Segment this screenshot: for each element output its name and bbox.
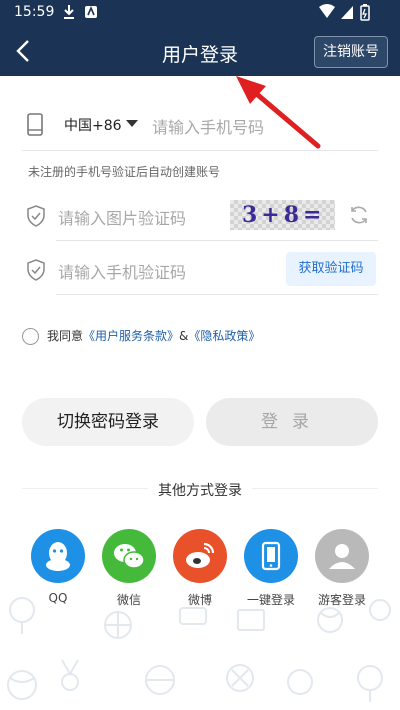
- other-login-heading: 其他方式登录: [0, 480, 400, 500]
- login-button[interactable]: 登录: [206, 398, 378, 446]
- sms-code-input[interactable]: 请输入手机验证码: [58, 259, 186, 283]
- phone-hint-text: 未注册的手机号验证后自动创建账号: [28, 165, 221, 179]
- terms-link[interactable]: 《用户服务条款》: [83, 329, 179, 343]
- shield-check-icon: [27, 205, 45, 227]
- other-login-title: 其他方式登录: [148, 483, 252, 499]
- wifi-icon: [319, 4, 335, 18]
- mobile-phone-icon: [27, 113, 43, 136]
- top-app-bar: 用户登录 注销账号: [0, 26, 400, 76]
- agreement-row: 我同意《用户服务条款》&《隐私政策》: [22, 327, 260, 345]
- divider: [56, 240, 378, 241]
- agreement-and: &: [179, 329, 189, 343]
- shield-check-icon: [27, 259, 45, 281]
- status-bar: 15:59: [0, 0, 400, 26]
- status-time: 15:59: [14, 4, 55, 20]
- wechat-icon: [114, 544, 145, 569]
- battery-icon: [360, 4, 370, 21]
- captcha-image[interactable]: 3+8=: [230, 200, 335, 230]
- agreement-checkbox[interactable]: [22, 328, 39, 345]
- get-code-button[interactable]: 获取验证码: [286, 252, 376, 286]
- user-icon: [329, 544, 355, 569]
- signal-icon: [341, 6, 353, 19]
- phone-icon: [261, 541, 281, 571]
- phone-input-row: 中国+86 请输入手机号码: [22, 100, 378, 151]
- weibo-icon: [186, 542, 215, 568]
- refresh-icon[interactable]: [348, 204, 370, 226]
- app-notification-icon: [85, 5, 97, 18]
- cancel-account-button[interactable]: 注销账号: [314, 36, 388, 68]
- agreement-prefix: 我同意: [47, 329, 84, 343]
- divider: [56, 294, 378, 295]
- chevron-down-icon[interactable]: [126, 120, 138, 128]
- phone-number-input[interactable]: 请输入手机号码: [152, 114, 264, 138]
- switch-password-login-button[interactable]: 切换密码登录: [22, 398, 194, 446]
- country-code-select[interactable]: 中国+86: [64, 115, 122, 135]
- privacy-link[interactable]: 《隐私政策》: [188, 329, 260, 343]
- captcha-input[interactable]: 请输入图片验证码: [58, 205, 186, 229]
- qq-icon: [46, 542, 70, 571]
- sports-background-pattern: [7, 597, 391, 702]
- download-icon: [64, 5, 74, 19]
